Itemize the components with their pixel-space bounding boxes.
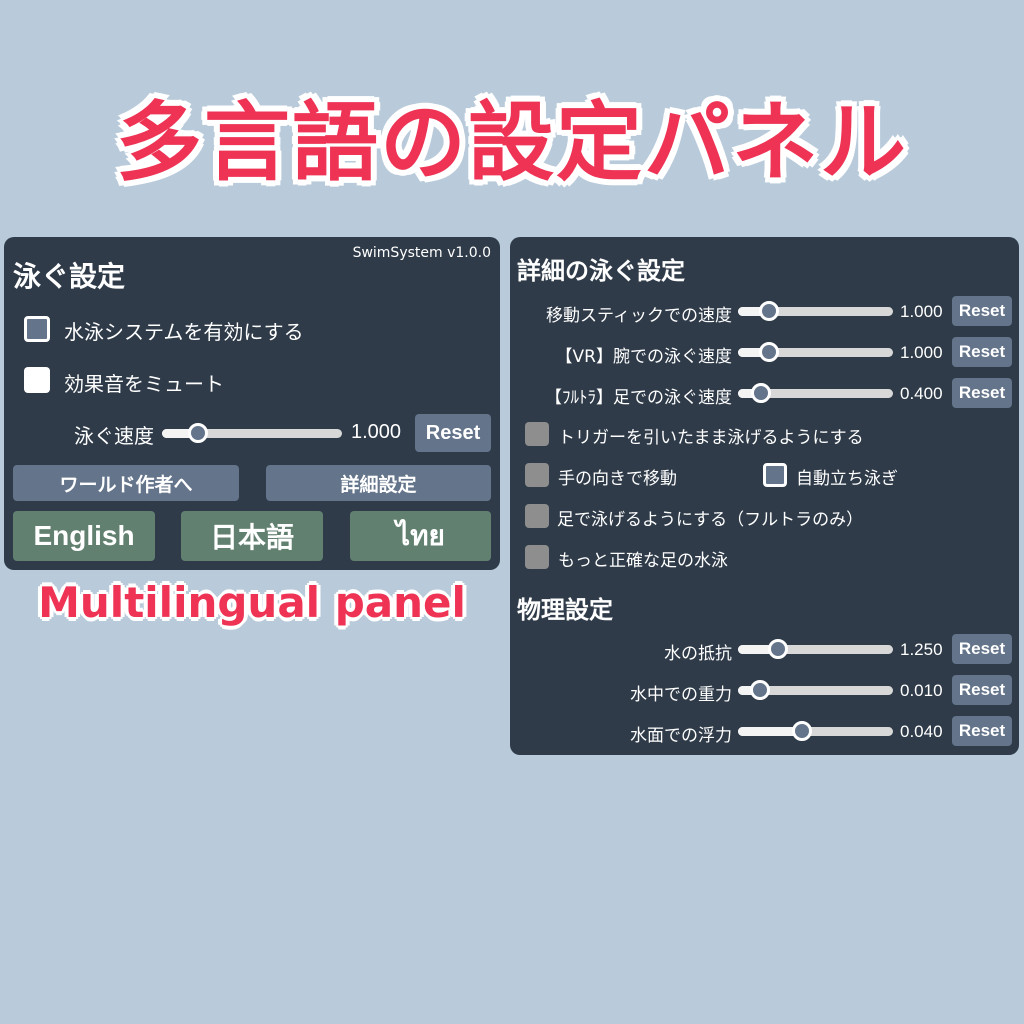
enable-swim-label: 水泳システムを有効にする [64, 320, 304, 344]
language-thai-button[interactable]: ไทย [350, 511, 491, 561]
slider-handle[interactable] [759, 342, 779, 362]
water-drag-value: 1.250 [900, 640, 943, 659]
surface-buoyancy-reset-button[interactable]: Reset [952, 716, 1012, 746]
physics-title: 物理設定 [517, 596, 613, 624]
arm-speed-label: 【VR】腕での泳ぐ速度 [555, 347, 732, 367]
leg-speed-label: 【ﾌﾙﾄﾗ】足での泳ぐ速度 [545, 388, 732, 408]
version-label: SwimSystem v1.0.0 [352, 245, 491, 261]
hero-title: 多言語の設定パネル [116, 93, 908, 193]
stick-speed-value: 1.000 [900, 302, 943, 321]
swim-speed-reset-button[interactable]: Reset [415, 414, 491, 452]
stick-speed-label: 移動スティックでの速度 [546, 306, 732, 326]
enable-swim-checkbox[interactable] [24, 316, 50, 342]
surface-buoyancy-label: 水面での浮力 [630, 726, 732, 746]
arm-speed-slider[interactable] [738, 342, 893, 362]
underwater-gravity-slider[interactable] [738, 680, 893, 700]
advanced-panel-title: 詳細の泳ぐ設定 [517, 257, 685, 285]
precise-leg-label: もっと正確な足の水泳 [558, 551, 728, 571]
water-drag-reset-button[interactable]: Reset [952, 634, 1012, 664]
slider-handle[interactable] [768, 639, 789, 659]
swim-speed-slider[interactable] [162, 423, 342, 443]
auto-tread-label: 自動立ち泳ぎ [796, 469, 898, 489]
swim-settings-panel: SwimSystem v1.0.0 泳ぐ設定 水泳システムを有効にする 効果音を… [4, 237, 500, 570]
slider-handle[interactable] [751, 383, 772, 403]
advanced-settings-button[interactable]: 詳細設定 [266, 465, 491, 501]
swim-speed-label: 泳ぐ速度 [74, 424, 154, 448]
water-drag-slider[interactable] [738, 639, 893, 659]
slider-handle[interactable] [791, 721, 812, 741]
arm-speed-reset-button[interactable]: Reset [952, 337, 1012, 367]
stick-speed-slider[interactable] [738, 301, 893, 321]
mute-sfx-label: 効果音をミュート [64, 372, 224, 396]
swim-speed-value: 1.000 [351, 421, 402, 443]
slider-handle[interactable] [749, 680, 770, 700]
leg-swim-label: 足で泳げるようにする（フルトラのみ） [557, 510, 864, 530]
water-drag-label: 水の抵抗 [664, 644, 732, 664]
surface-buoyancy-value: 0.040 [900, 722, 943, 741]
leg-speed-value: 0.400 [900, 384, 943, 403]
auto-tread-checkbox[interactable] [763, 463, 787, 487]
language-japanese-button[interactable]: 日本語 [181, 511, 323, 561]
underwater-gravity-reset-button[interactable]: Reset [952, 675, 1012, 705]
surface-buoyancy-slider[interactable] [738, 721, 893, 741]
world-author-button[interactable]: ワールド作者へ [13, 465, 239, 501]
trigger-hold-label: トリガーを引いたまま泳げるようにする [558, 428, 864, 448]
mute-sfx-checkbox[interactable] [24, 367, 50, 393]
advanced-swim-settings-panel: 詳細の泳ぐ設定 移動スティックでの速度 1.000 Reset 【VR】腕での泳… [510, 237, 1019, 755]
hand-direction-label: 手の向きで移動 [558, 469, 677, 489]
precise-leg-checkbox[interactable] [525, 545, 549, 569]
hand-direction-checkbox[interactable] [525, 463, 549, 487]
slider-handle[interactable] [759, 301, 779, 321]
underwater-gravity-label: 水中での重力 [630, 685, 732, 705]
stick-speed-reset-button[interactable]: Reset [952, 296, 1012, 326]
leg-speed-slider[interactable] [738, 383, 893, 403]
slider-handle[interactable] [188, 423, 208, 443]
leg-speed-reset-button[interactable]: Reset [952, 378, 1012, 408]
panel-title: 泳ぐ設定 [13, 260, 126, 293]
trigger-hold-checkbox[interactable] [525, 422, 549, 446]
arm-speed-value: 1.000 [900, 343, 943, 362]
language-english-button[interactable]: English [13, 511, 155, 561]
subtitle: Multilingual panel [38, 578, 466, 627]
underwater-gravity-value: 0.010 [900, 681, 943, 700]
leg-swim-checkbox[interactable] [525, 504, 549, 528]
